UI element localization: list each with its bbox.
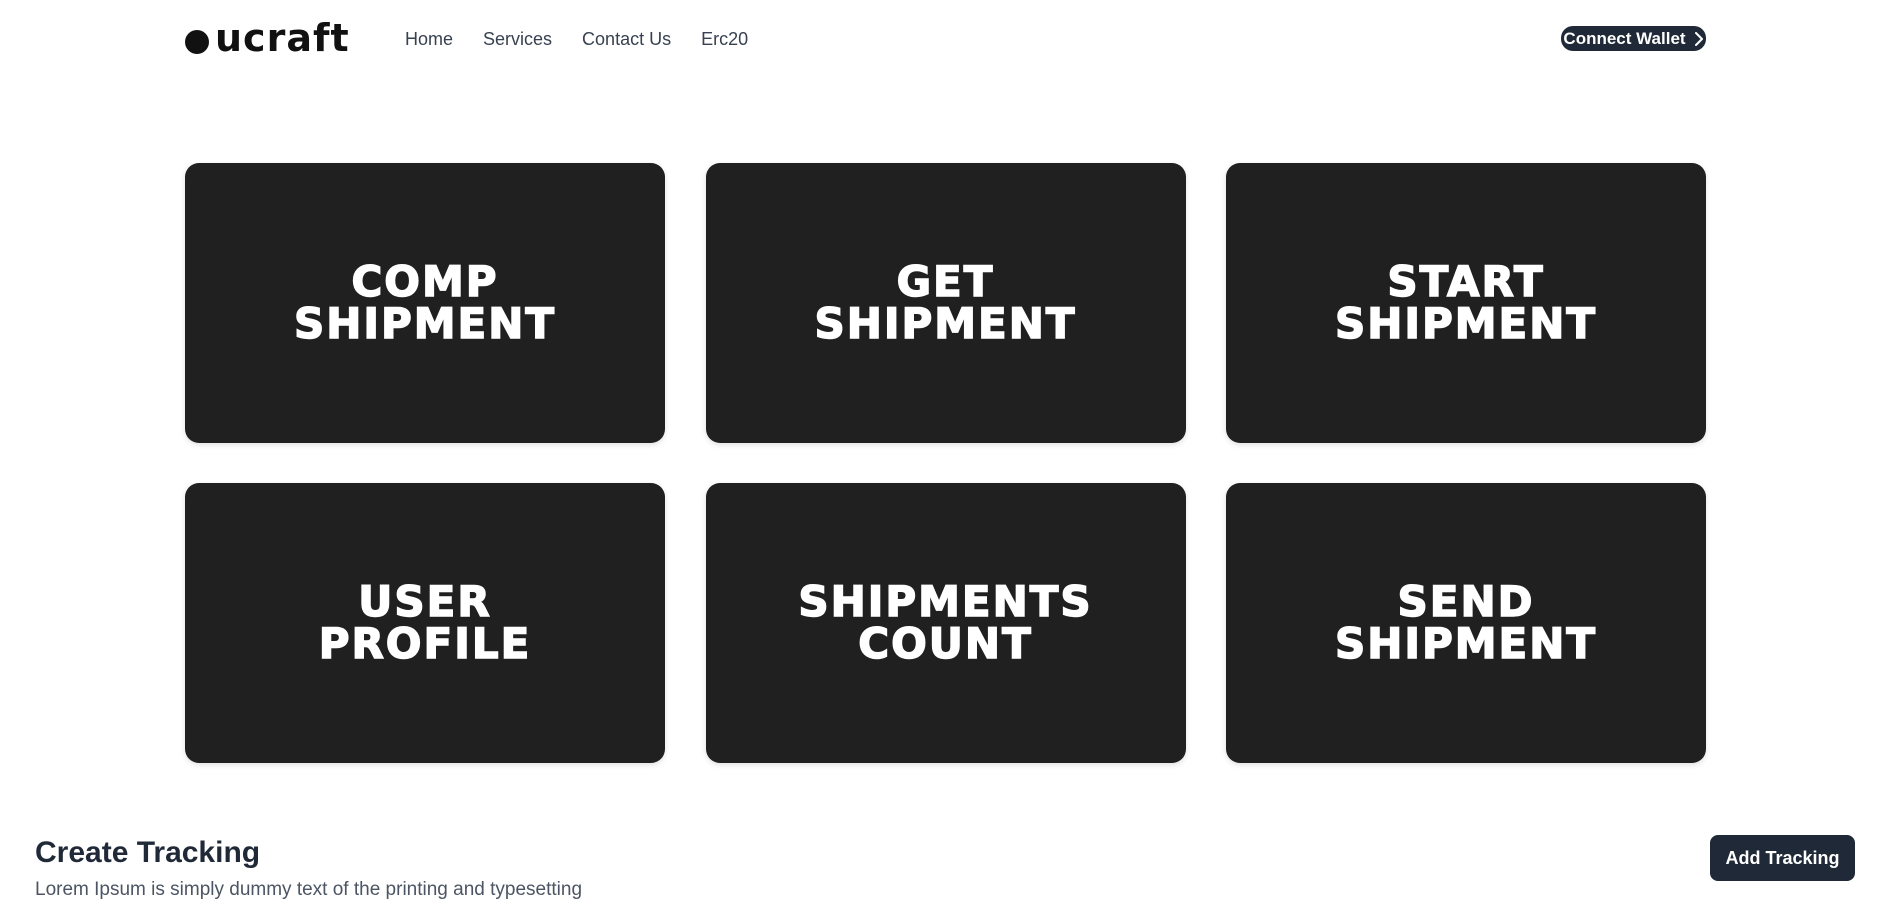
card-title-line2: SHIPMENT xyxy=(1334,619,1598,668)
card-send-shipment[interactable]: SEND SHIPMENT xyxy=(1226,483,1706,763)
nav-link-home[interactable]: Home xyxy=(405,27,453,51)
site-header: ucraft Home Services Contact Us Erc20 Co… xyxy=(0,0,1888,78)
logo-dot-icon xyxy=(185,29,209,54)
main-nav: Home Services Contact Us Erc20 xyxy=(405,27,778,51)
card-title-line2: SHIPMENT xyxy=(814,299,1077,348)
card-shipments-count[interactable]: SHIPMENTS COUNT xyxy=(705,483,1186,763)
tracking-description: Lorem Ipsum is simply dummy text of the … xyxy=(35,879,583,900)
card-get-shipment[interactable]: GET SHIPMENT xyxy=(705,163,1186,443)
card-title-line2: SHIPMENT xyxy=(1334,299,1598,348)
card-title-line2: PROFILE xyxy=(318,619,532,668)
chevron-right-icon xyxy=(1694,31,1703,46)
connect-wallet-label: Connect Wallet xyxy=(1563,28,1686,48)
logo-text: ucraft xyxy=(215,16,350,60)
nav-link-contact-us[interactable]: Contact Us xyxy=(582,27,671,51)
card-title-line2: COUNT xyxy=(858,619,1033,668)
card-title: SEND SHIPMENT xyxy=(1334,577,1598,668)
card-title: GET SHIPMENT xyxy=(814,257,1077,348)
card-title-line1: SEND xyxy=(1397,577,1535,626)
connect-wallet-button[interactable]: Connect Wallet xyxy=(1561,26,1706,51)
card-title-line2: SHIPMENT xyxy=(293,299,557,348)
card-title: START SHIPMENT xyxy=(1334,257,1598,348)
card-user-profile[interactable]: USER PROFILE xyxy=(185,483,665,763)
card-title-line1: START xyxy=(1387,257,1545,306)
nav-link-services[interactable]: Services xyxy=(483,27,552,51)
card-title-line1: COMP xyxy=(351,257,499,306)
card-comp-shipment[interactable]: COMP SHIPMENT xyxy=(185,163,665,443)
card-start-shipment[interactable]: START SHIPMENT xyxy=(1226,163,1706,443)
create-tracking-section: Create Tracking Lorem Ipsum is simply du… xyxy=(35,835,1855,903)
card-title-line1: GET xyxy=(896,257,995,306)
card-title-line1: SHIPMENTS xyxy=(798,577,1093,626)
shipment-cards-grid: COMP SHIPMENT GET SHIPMENT START SHIPMEN… xyxy=(185,163,1706,763)
card-title: SHIPMENTS COUNT xyxy=(798,577,1093,668)
card-title: COMP SHIPMENT xyxy=(293,257,557,348)
nav-link-erc20[interactable]: Erc20 xyxy=(701,27,748,51)
logo[interactable]: ucraft xyxy=(185,18,350,58)
card-title: USER PROFILE xyxy=(318,577,532,668)
tracking-title: Create Tracking xyxy=(35,836,261,869)
add-tracking-button[interactable]: Add Tracking xyxy=(1710,835,1855,881)
card-title-line1: USER xyxy=(358,577,492,626)
